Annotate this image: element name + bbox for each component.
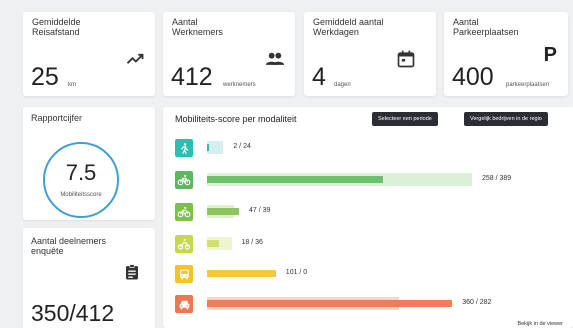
clipboard-icon	[126, 264, 138, 280]
modality-row: 258 / 389	[175, 171, 565, 191]
bar-value	[207, 270, 276, 277]
score-gauge: 7.5 Mobiliteitsscore	[43, 142, 119, 218]
trending-up-icon	[126, 53, 144, 64]
scooter-icon	[175, 235, 193, 253]
e-bike-icon	[175, 203, 193, 221]
bar-label: 2 / 24	[233, 143, 251, 150]
bicycle-icon	[175, 171, 193, 189]
bar-value	[207, 208, 240, 215]
people-icon	[265, 52, 285, 65]
rapportcijfer-title: Rapportcijfer	[31, 113, 83, 123]
modality-row: 101 / 0	[175, 265, 565, 285]
score-sublabel: Mobiliteitsscore	[60, 192, 102, 198]
stat-unit: km	[68, 82, 76, 88]
score-value: 7.5	[65, 160, 97, 185]
bar-label: 18 / 36	[241, 239, 263, 246]
bar-label: 47 / 39	[249, 207, 271, 214]
compare-region-button[interactable]: Vergelijk bedrijven in de regio	[464, 112, 548, 126]
stat-label: Aantal Werknemers	[172, 17, 223, 37]
modality-chart-card: Mobiliteits-score per modaliteit Selecte…	[163, 107, 573, 328]
enquete-card: Aantal deelnemers enquête 350/412	[23, 228, 155, 328]
modality-row: 18 / 36	[175, 235, 565, 255]
calendar-icon	[397, 50, 415, 68]
car-icon	[175, 295, 193, 313]
chart-title: Mobiliteits-score per modaliteit	[175, 114, 297, 124]
stat-unit: dagen	[334, 82, 351, 88]
stat-value: 412	[171, 63, 213, 91]
bar-value	[207, 176, 383, 183]
stat-value: 400	[452, 63, 494, 91]
walking-icon	[175, 139, 193, 157]
select-period-button[interactable]: Selecteer een periode	[372, 112, 438, 126]
bar-value	[207, 240, 220, 247]
rapportcijfer-card: Rapportcijfer 7.5 Mobiliteitsscore	[23, 107, 155, 220]
stat-unit: werknemers	[223, 82, 256, 88]
stat-label: Gemiddeld aantal Werkdagen	[313, 17, 384, 37]
bus-icon	[175, 265, 193, 283]
modality-row: 360 / 282	[175, 295, 565, 315]
stat-card-parkeerplaatsen: Aantal Parkeerplaatsen P 400 parkeerplaa…	[444, 12, 568, 96]
bar-label: 101 / 0	[285, 269, 308, 276]
stat-card-werknemers: Aantal Werknemers 412 werknemers	[163, 12, 295, 96]
stat-label: Gemiddelde Reisafstand	[32, 17, 81, 37]
enquete-title: Aantal deelnemers enquête	[31, 236, 107, 256]
modality-row: 2 / 24	[175, 139, 565, 159]
bar-label: 258 / 389	[482, 175, 512, 182]
bar-value	[207, 144, 209, 151]
parking-icon: P	[543, 44, 557, 66]
bar-reference	[207, 141, 224, 154]
stat-value: 4	[312, 63, 326, 91]
bar-value	[207, 300, 453, 307]
bar-label: 360 / 282	[462, 299, 492, 306]
stat-card-werkdagen: Gemiddeld aantal Werkdagen 4 dagen	[304, 12, 436, 96]
stat-value: 25	[31, 63, 59, 91]
modality-row: 47 / 39	[175, 203, 565, 223]
view-in-viewer-link[interactable]: Bekijk in de viewer	[517, 321, 563, 327]
stat-label: Aantal Parkeerplaatsen	[453, 17, 519, 37]
enquete-value: 350/412	[31, 300, 115, 326]
stat-unit: parkeerplaatsen	[506, 82, 550, 88]
stat-card-reisafstand: Gemiddelde Reisafstand 25 km	[23, 12, 155, 96]
